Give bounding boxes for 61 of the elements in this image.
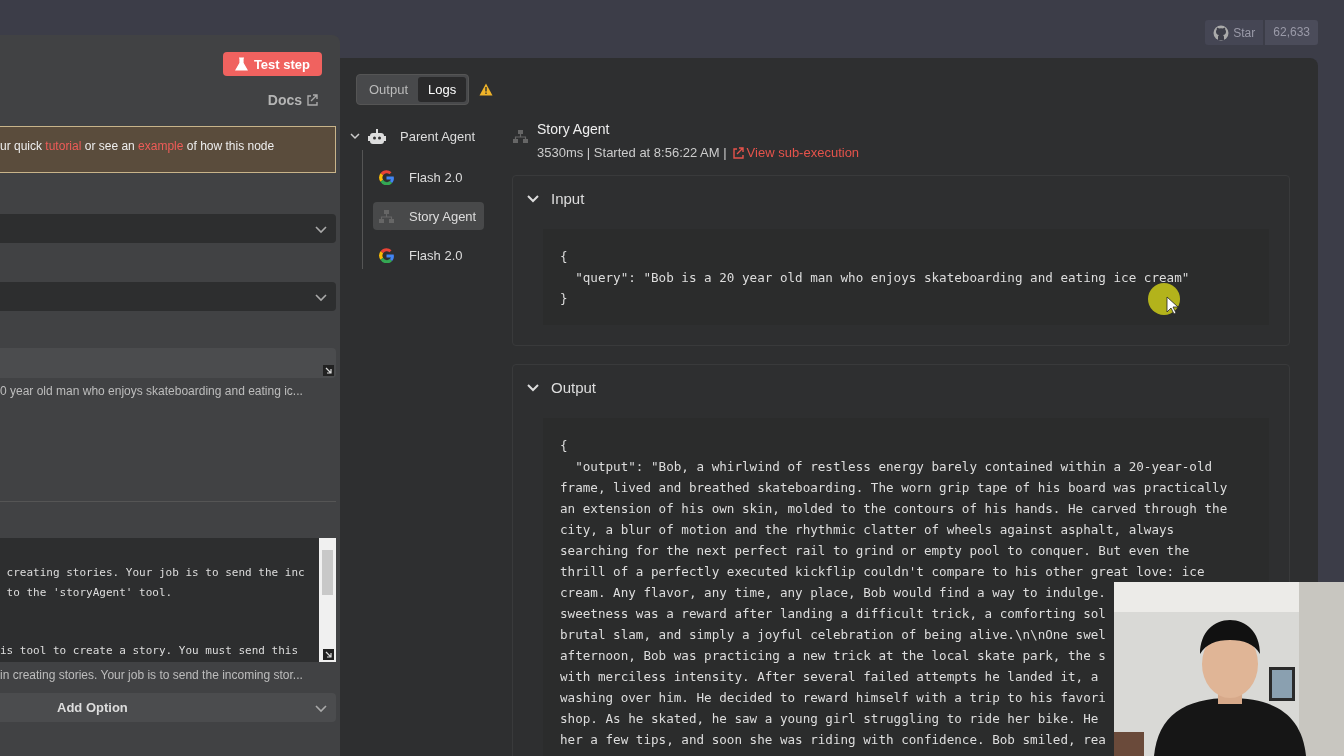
- code-line: city, a blur of motion and the rhythmic clatter of wheels against asphalt, always: [560, 521, 1175, 539]
- code-line: is tool to create a story. You must send this: [0, 643, 298, 659]
- add-option-dropdown[interactable]: Add Option: [0, 693, 336, 722]
- code-line: shop. As he skated, he saw a young girl struggling to ride her bike. He: [560, 710, 1099, 728]
- notice-text: ur quick tutorial or see an example of how this node: [0, 139, 275, 153]
- scrollbar[interactable]: [319, 538, 336, 662]
- docs-link[interactable]: Docs: [267, 92, 318, 108]
- chevron-down-icon: [527, 192, 539, 205]
- section-toggle[interactable]: Output: [527, 379, 597, 396]
- code-line: "output": "Bob, a whirlwind of restless energy barely contained within a 20-year-old: [574, 458, 1213, 476]
- code-line: {: [560, 248, 568, 266]
- execution-info: 3530ms | Started at 8:56:22 AM |: [537, 145, 727, 160]
- code-line: her a few tips, and soon she was riding with confidence. Bob smiled, rea: [560, 731, 1106, 749]
- scrollbar-thumb[interactable]: [322, 550, 333, 595]
- robot-icon: [368, 128, 386, 144]
- dropdown-field[interactable]: [0, 282, 336, 311]
- agent-network-icon: [512, 129, 529, 144]
- tree-item[interactable]: Flash 2.0: [373, 163, 471, 191]
- warning-icon: [479, 83, 494, 96]
- code-line: }: [560, 290, 568, 308]
- star-label: Star: [1233, 25, 1256, 40]
- code-line: "query": "Bob is a 20 year old man who enjoys skateboarding and eating ice cream": [574, 269, 1190, 287]
- mouse-cursor-icon: [1148, 283, 1182, 317]
- code-line: cream. Any flavor, any time, any place, Bob would find a way to indulge.: [560, 584, 1106, 602]
- tab[interactable]: Output: [359, 77, 419, 102]
- tree-item[interactable]: Story Agent: [373, 202, 485, 230]
- code-line: sweetness was a reward after landing a difficult trick, a comforting sol: [560, 605, 1106, 623]
- star-count: 62,633: [1265, 20, 1318, 45]
- agent-network-icon: [378, 208, 395, 224]
- prompt-preview: 0 year old man who enjoys skateboarding and eating ic...: [0, 384, 304, 398]
- dropdown-field[interactable]: [0, 214, 336, 243]
- system-message-preview: in creating stories. Your job is to send the incoming stor...: [0, 668, 304, 682]
- code-line: an extension of his own skin, molded to the contours of his hands. He carved through the: [560, 500, 1228, 518]
- code-line: brutal slam, and simply a joyful celebration of being alive.\n\nOne swel: [560, 626, 1106, 644]
- external-link-icon: [731, 146, 744, 159]
- tab[interactable]: Logs: [418, 77, 467, 102]
- system-message-field[interactable]: creating stories. Your job is to send the inc to the 'storyAgent' tool. is tool to create a story. You must send this: [0, 538, 336, 662]
- code-line: frame, lived and breathed skateboarding. The worn grip tape of his board was practically: [560, 479, 1228, 497]
- expand-icon: [323, 365, 334, 376]
- section-toggle[interactable]: Input: [527, 190, 585, 207]
- expand-icon: [323, 649, 334, 660]
- chevron-down-icon: [527, 381, 539, 394]
- google-logo-icon: [378, 169, 395, 185]
- google-logo-icon: [378, 247, 395, 263]
- code-line: washing over him. He decided to reward himself with a trip to his favori: [560, 689, 1106, 707]
- flask-icon: [234, 57, 248, 71]
- view-sub-execution-link[interactable]: View sub-execution: [731, 145, 860, 160]
- chevron-down-icon: [350, 131, 360, 141]
- code-line: thrill of a perfectly executed kickflip couldn't compare to his other great love: ice: [560, 563, 1205, 581]
- code-line: creating stories. Your job is to send the inc: [5, 565, 305, 581]
- prompt-field[interactable]: [0, 348, 336, 378]
- code-line: with merciless intensity. After several failed attempts he landed it, a: [560, 668, 1099, 686]
- node-title: Story Agent: [537, 121, 611, 137]
- github-icon: [1213, 24, 1230, 41]
- code-line: to the 'storyAgent' tool.: [5, 585, 173, 601]
- code-line: searching for the next perfect rail to grind or empty pool to conquer. But even the: [560, 542, 1190, 560]
- external-link-icon: [306, 94, 318, 106]
- tree-item[interactable]: Flash 2.0: [373, 241, 471, 269]
- code-line: {: [560, 437, 568, 455]
- code-line: afternoon, Bob was practicing a new trick at the local skate park, the s: [560, 647, 1106, 665]
- tree-item[interactable]: Parent Agent: [350, 122, 500, 150]
